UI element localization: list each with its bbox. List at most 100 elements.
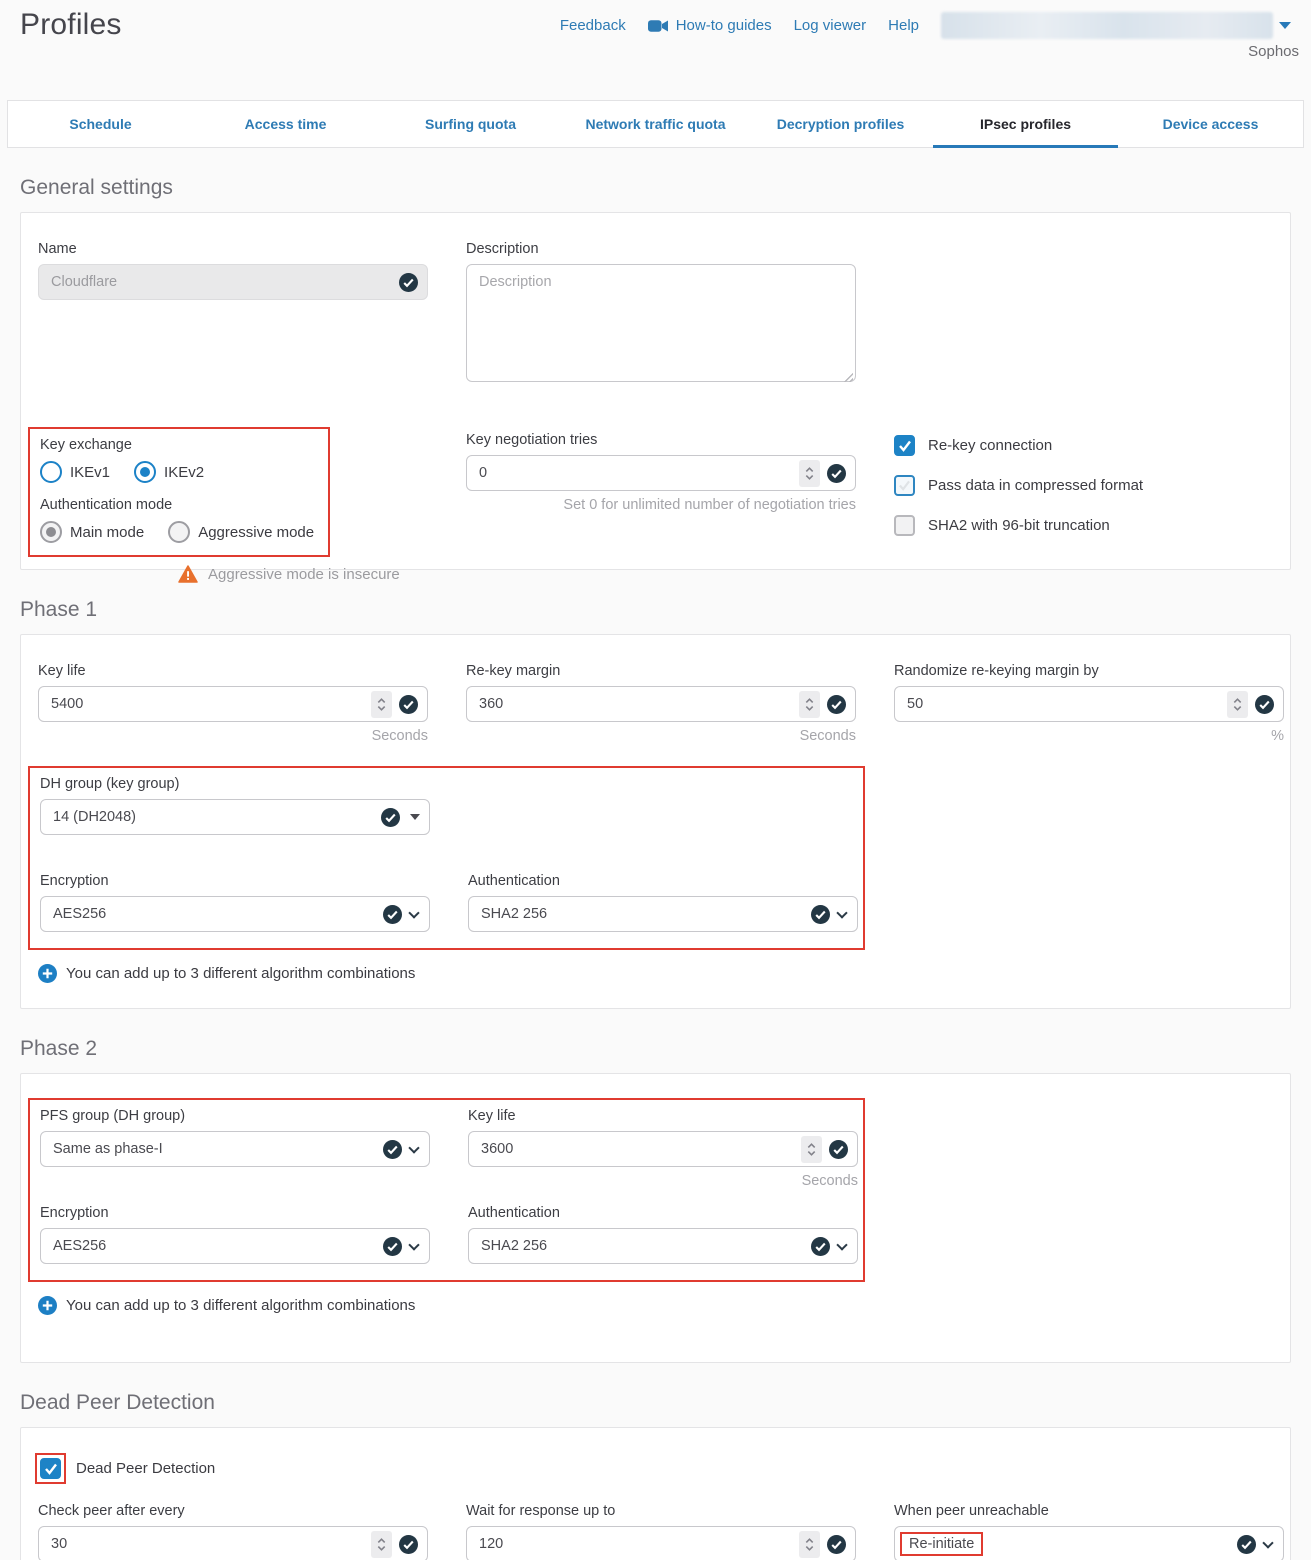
- ikev1-radio[interactable]: [40, 461, 62, 483]
- dpd-panel: Dead Peer Detection Check peer after eve…: [20, 1427, 1291, 1560]
- ikev2-radio[interactable]: [134, 461, 156, 483]
- phase2-encryption-select[interactable]: AES256: [40, 1228, 430, 1264]
- phase2-add-combination-button[interactable]: You can add up to 3 different algorithm …: [38, 1296, 1273, 1315]
- randomize-margin-unit: %: [894, 728, 1284, 744]
- main-mode-label: Main mode: [70, 524, 144, 541]
- phase2-authentication-select[interactable]: SHA2 256: [468, 1228, 858, 1264]
- randomize-margin-field[interactable]: [894, 686, 1284, 722]
- valid-check-icon: [383, 1237, 402, 1256]
- compressed-format-checkbox[interactable]: [894, 475, 915, 496]
- chevron-down-icon: [408, 1142, 419, 1153]
- peer-unreachable-label: When peer unreachable: [894, 1503, 1284, 1519]
- valid-check-icon: [381, 808, 400, 827]
- phase1-add-combination-button[interactable]: You can add up to 3 different algorithm …: [38, 964, 1273, 983]
- phase1-authentication-label: Authentication: [468, 873, 858, 889]
- key-negotiation-input[interactable]: [479, 465, 799, 481]
- phase1-authentication-value: SHA2 256: [481, 906, 811, 922]
- check-peer-input[interactable]: [51, 1536, 371, 1552]
- check-peer-label: Check peer after every: [38, 1503, 428, 1519]
- annotation-box-dpd-checkbox: [35, 1453, 66, 1484]
- tab-network-traffic-quota[interactable]: Network traffic quota: [563, 101, 748, 147]
- phase1-key-life-field[interactable]: [38, 686, 428, 722]
- description-textarea[interactable]: [466, 264, 856, 382]
- randomize-margin-input[interactable]: [907, 696, 1227, 712]
- phase2-key-life-field[interactable]: [468, 1131, 858, 1167]
- ikev2-label: IKEv2: [164, 464, 204, 481]
- phase2-key-life-label: Key life: [468, 1108, 858, 1124]
- pfs-group-value: Same as phase-I: [53, 1141, 383, 1157]
- general-settings-panel: Name Description Key exchange: [20, 212, 1291, 570]
- stepper-control[interactable]: [371, 691, 392, 718]
- page-header: Profiles Feedback How-to guides Log view…: [0, 0, 1311, 100]
- phase1-encryption-select[interactable]: AES256: [40, 896, 430, 932]
- stepper-control[interactable]: [371, 1531, 392, 1558]
- valid-check-icon: [1237, 1535, 1256, 1554]
- name-field[interactable]: [38, 264, 428, 300]
- log-viewer-label: Log viewer: [794, 17, 867, 34]
- video-icon: [648, 19, 669, 33]
- valid-check-icon: [829, 1140, 848, 1159]
- feedback-link[interactable]: Feedback: [560, 17, 626, 34]
- annotation-box-key-exchange: Key exchange IKEv1 IKEv2 Authentication …: [28, 427, 330, 557]
- tab-bar: Schedule Access time Surfing quota Netwo…: [7, 100, 1304, 148]
- stepper-control[interactable]: [801, 1136, 822, 1163]
- wait-response-field[interactable]: [466, 1526, 856, 1560]
- key-negotiation-field[interactable]: [466, 455, 856, 491]
- phase2-key-life-input[interactable]: [481, 1141, 801, 1157]
- aggressive-mode-radio[interactable]: [168, 521, 190, 543]
- tab-decryption-profiles[interactable]: Decryption profiles: [748, 101, 933, 147]
- rekey-connection-label: Re-key connection: [928, 437, 1052, 454]
- check-peer-field[interactable]: [38, 1526, 428, 1560]
- account-selector[interactable]: [941, 12, 1291, 39]
- valid-check-icon: [399, 695, 418, 714]
- caret-down-icon: [410, 814, 420, 820]
- valid-check-icon: [383, 1140, 402, 1159]
- stepper-control[interactable]: [799, 1531, 820, 1558]
- peer-unreachable-select[interactable]: Re-initiate: [894, 1526, 1284, 1560]
- auth-mode-label: Authentication mode: [40, 497, 318, 513]
- annotation-box-phase1-algorithms: DH group (key group) 14 (DH2048) Encrypt…: [28, 766, 865, 950]
- stepper-control[interactable]: [799, 460, 820, 487]
- log-viewer-link[interactable]: Log viewer: [794, 17, 867, 34]
- phase1-key-life-input[interactable]: [51, 696, 371, 712]
- rekey-margin-field[interactable]: [466, 686, 856, 722]
- valid-check-icon: [383, 905, 402, 924]
- stepper-control[interactable]: [799, 691, 820, 718]
- wait-response-label: Wait for response up to: [466, 1503, 856, 1519]
- howto-guides-link[interactable]: How-to guides: [648, 17, 772, 34]
- description-label: Description: [466, 241, 856, 257]
- header-nav: Feedback How-to guides Log viewer Help: [560, 12, 1291, 39]
- plus-icon: [38, 1296, 57, 1315]
- dpd-checkbox[interactable]: [40, 1458, 61, 1479]
- main-mode-radio[interactable]: [40, 521, 62, 543]
- phase1-add-note-text: You can add up to 3 different algorithm …: [66, 965, 415, 982]
- phase1-authentication-select[interactable]: SHA2 256: [468, 896, 858, 932]
- rekey-connection-checkbox[interactable]: [894, 435, 915, 456]
- stepper-control[interactable]: [1227, 691, 1248, 718]
- tab-device-access[interactable]: Device access: [1118, 101, 1303, 147]
- phase2-add-note-text: You can add up to 3 different algorithm …: [66, 1297, 415, 1314]
- compressed-format-label: Pass data in compressed format: [928, 477, 1143, 494]
- wait-response-input[interactable]: [479, 1536, 799, 1552]
- name-input[interactable]: [51, 274, 399, 290]
- help-link[interactable]: Help: [888, 17, 919, 34]
- annotation-box-reinitiate: Re-initiate: [900, 1532, 983, 1556]
- rekey-margin-input[interactable]: [479, 696, 799, 712]
- section-heading-dpd: Dead Peer Detection: [20, 1391, 1291, 1415]
- ikev1-label: IKEv1: [70, 464, 110, 481]
- phase1-encryption-value: AES256: [53, 906, 383, 922]
- peer-unreachable-value: Re-initiate: [909, 1536, 974, 1552]
- tab-surfing-quota[interactable]: Surfing quota: [378, 101, 563, 147]
- phase2-encryption-value: AES256: [53, 1238, 383, 1254]
- valid-check-icon: [827, 695, 846, 714]
- help-label: Help: [888, 17, 919, 34]
- tab-schedule[interactable]: Schedule: [8, 101, 193, 147]
- tab-access-time[interactable]: Access time: [193, 101, 378, 147]
- valid-check-icon: [811, 1237, 830, 1256]
- account-caret-down-icon[interactable]: [1279, 22, 1291, 29]
- sha2-truncation-checkbox[interactable]: [894, 515, 915, 536]
- dh-group-select[interactable]: 14 (DH2048): [40, 799, 430, 835]
- valid-check-icon: [399, 1535, 418, 1554]
- pfs-group-select[interactable]: Same as phase-I: [40, 1131, 430, 1167]
- tab-ipsec-profiles[interactable]: IPsec profiles: [933, 101, 1118, 147]
